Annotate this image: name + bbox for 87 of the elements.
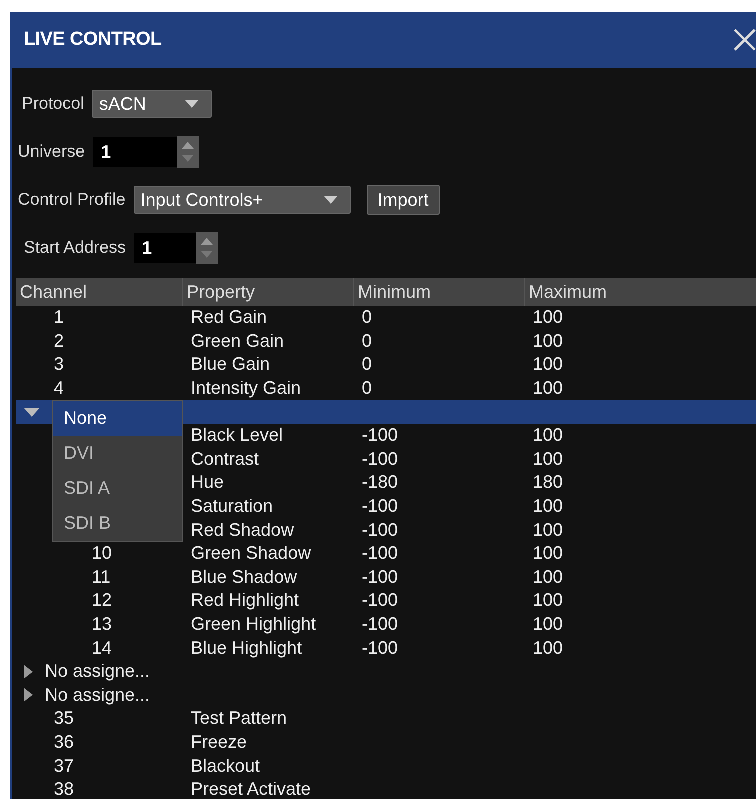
group-label: No assigne... xyxy=(45,661,150,682)
minimum-cell-text: -100 xyxy=(361,566,400,588)
field-label: Universe xyxy=(18,142,86,162)
maximum-cell-text: 100 xyxy=(532,638,564,659)
minimum-cell-text: 0 xyxy=(361,378,374,400)
property-cell-text: Blue Highlight xyxy=(190,638,304,659)
property-cell-text: Hue xyxy=(190,472,226,494)
field-label: Protocol xyxy=(22,94,84,114)
maximum-cell-text: 100 xyxy=(532,330,564,352)
property-cell-text: Green Shadow xyxy=(190,543,312,564)
channel-cell-text: 3 xyxy=(53,354,66,376)
minimum-cell-text: -180 xyxy=(361,472,400,494)
property-cell-text: Red Shadow xyxy=(190,520,296,541)
property-cell-text: Green Highlight xyxy=(190,614,318,636)
minimum-cell-text: 0 xyxy=(361,307,374,328)
minimum-cell-text: -100 xyxy=(361,448,400,470)
channel-cell-text: 1 xyxy=(53,307,66,328)
field-label: Start Address xyxy=(24,238,126,258)
minimum-cell-text: 0 xyxy=(361,330,374,352)
maximum-cell-text: 100 xyxy=(532,307,564,328)
channel-cell-text: 11 xyxy=(91,566,112,588)
maximum-cell-text: 100 xyxy=(532,496,564,518)
channel-cell-text: 12 xyxy=(91,590,114,612)
property-cell-text: Saturation xyxy=(190,496,274,518)
channel-cell-text: 38 xyxy=(53,779,76,799)
channel-cell-text: 10 xyxy=(91,543,114,564)
channel-cell-text: 35 xyxy=(53,708,76,730)
maximum-cell-text: 100 xyxy=(532,520,564,541)
dropdown-option[interactable]: SDI B xyxy=(53,506,182,542)
property-cell-text: Blue Gain xyxy=(190,354,272,376)
dropdown-option[interactable]: None xyxy=(53,401,182,436)
property-cell-text: Blackout xyxy=(190,756,262,777)
protocol-dropdown[interactable]: sACN xyxy=(92,90,212,118)
channel-cell-text: 2 xyxy=(53,330,66,352)
column-header[interactable]: Minimum xyxy=(354,278,525,306)
minimum-cell-text: -100 xyxy=(361,543,400,564)
channel-cell-text: 13 xyxy=(91,614,114,636)
dropdown-option[interactable]: SDI A xyxy=(53,471,182,506)
channel-cell-text: 37 xyxy=(53,756,76,777)
start-address-field[interactable]: 1 xyxy=(134,233,196,263)
maximum-cell-text: 100 xyxy=(532,448,564,470)
property-cell-text: Freeze xyxy=(190,732,248,753)
universe-field[interactable]: 1 xyxy=(93,137,178,167)
minimum-cell-text: -100 xyxy=(361,496,400,518)
group-label: No assigne... xyxy=(45,684,150,706)
field-label: Control Profile xyxy=(18,190,126,210)
property-cell-text: Blue Shadow xyxy=(190,566,298,588)
minimum-cell-text: -100 xyxy=(361,614,400,636)
dropdown-option[interactable]: DVI xyxy=(53,436,182,472)
minimum-cell-text: -100 xyxy=(361,520,400,541)
collapsed-arrow-icon[interactable] xyxy=(24,664,33,679)
maximum-cell-text: 180 xyxy=(532,472,564,494)
minimum-cell-text: 0 xyxy=(361,354,374,376)
maximum-cell-text: 100 xyxy=(532,354,564,376)
expanded-arrow-icon[interactable] xyxy=(24,408,40,417)
minimum-cell-text: -100 xyxy=(361,425,400,446)
property-cell-text: Intensity Gain xyxy=(190,378,302,400)
maximum-cell-text: 100 xyxy=(532,614,564,636)
column-header[interactable]: Maximum xyxy=(525,278,756,306)
group-row[interactable]: No assigne... xyxy=(16,660,756,684)
maximum-cell-text: 100 xyxy=(532,425,564,446)
caret-icon xyxy=(324,196,338,204)
maximum-cell-text: 100 xyxy=(532,378,564,400)
property-cell-text: Red Gain xyxy=(190,307,268,328)
maximum-cell-text: 100 xyxy=(532,543,564,564)
minimum-cell-text: -100 xyxy=(361,590,400,612)
import-button[interactable]: Import xyxy=(366,185,440,215)
property-cell-text: Black Level xyxy=(190,425,284,446)
control-profile-dropdown[interactable]: Input Controls+ xyxy=(134,186,351,214)
column-header[interactable]: Channel xyxy=(16,278,183,306)
maximum-cell-text: 100 xyxy=(532,566,564,588)
column-header[interactable]: Property xyxy=(183,278,354,306)
property-cell-text: Preset Activate xyxy=(190,779,312,799)
maximum-cell-text: 100 xyxy=(532,590,564,612)
caret-icon xyxy=(185,100,200,108)
property-cell-text: Red Highlight xyxy=(190,590,300,612)
window-title: LIVE CONTROL xyxy=(24,29,162,51)
collapsed-arrow-icon[interactable] xyxy=(24,688,33,702)
property-cell-text: Test Pattern xyxy=(190,708,288,730)
channel-cell-text: 36 xyxy=(53,732,76,753)
channel-cell-text: 14 xyxy=(91,638,114,659)
property-cell-text: Green Gain xyxy=(190,330,286,352)
property-cell-text: Contrast xyxy=(190,448,260,470)
channel-cell-text: 4 xyxy=(53,378,66,400)
group-row[interactable]: No assigne... xyxy=(16,684,756,708)
minimum-cell-text: -100 xyxy=(361,638,400,659)
close-icon[interactable] xyxy=(734,29,756,51)
